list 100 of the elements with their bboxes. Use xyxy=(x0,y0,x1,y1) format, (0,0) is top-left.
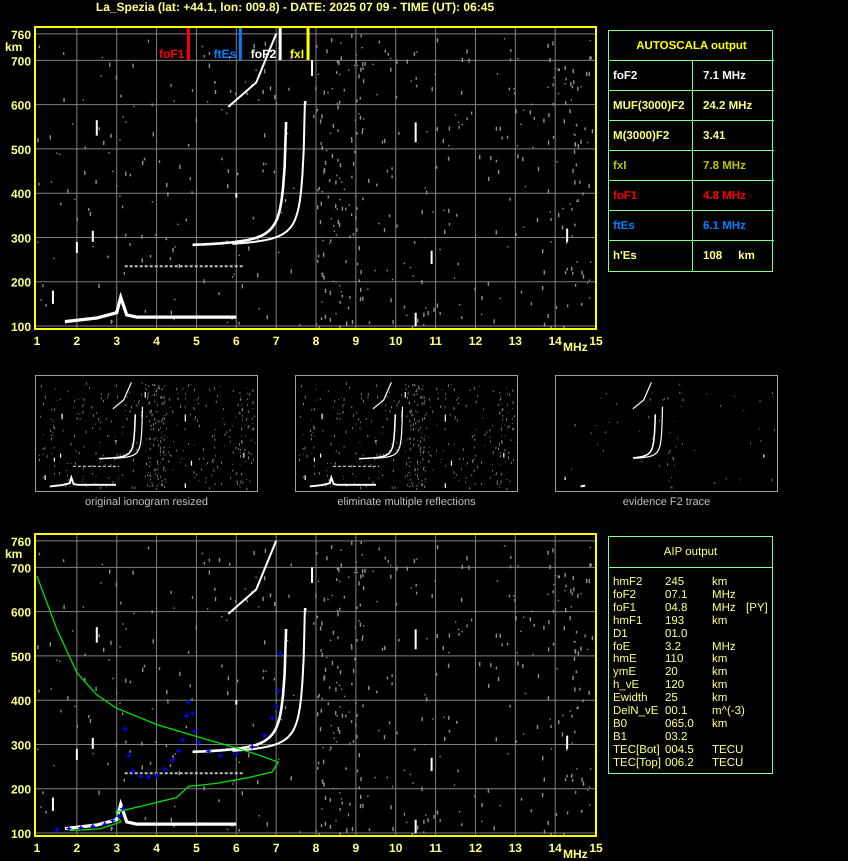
parameter-name: foE xyxy=(613,640,632,654)
axis-tick-label: 5 xyxy=(193,334,200,348)
parameter-value: 193 xyxy=(665,614,686,628)
parameter-value: 24.2 MHz xyxy=(703,100,752,112)
parameter-unit: km xyxy=(712,718,728,731)
marker-line xyxy=(306,28,310,60)
axis-unit-label: km xyxy=(5,547,22,561)
axis-tick-label: 200 xyxy=(10,276,31,290)
parameter-unit: TECU xyxy=(712,756,744,770)
axis-tick-label: 6 xyxy=(232,841,240,855)
axis-tick-label: 300 xyxy=(10,738,31,752)
parameter-unit: MHz xyxy=(712,602,737,615)
parameter-value: 004.5 xyxy=(665,744,695,757)
axis-tick-label: 100 xyxy=(10,320,31,334)
parameter-name: h_vE xyxy=(613,679,640,692)
parameter-value: 6.1 MHz xyxy=(703,220,746,232)
parameter-value: 065.0 xyxy=(665,718,695,731)
parameter-name: ymE xyxy=(613,666,637,680)
axis-unit-label: km xyxy=(5,40,22,54)
parameter-value: 3.2 xyxy=(665,640,682,654)
marker-line xyxy=(186,28,190,60)
axis-tick-label: 8 xyxy=(312,841,320,855)
marker-label: ftEs xyxy=(214,47,236,61)
axis-tick-label: 200 xyxy=(10,782,31,797)
parameter-name: foF1 xyxy=(613,190,638,202)
axis-tick-label: 11 xyxy=(429,841,442,855)
parameter-value: 25 xyxy=(665,692,679,706)
axis-tick-label: 700 xyxy=(10,561,31,576)
axis-tick-label: 2 xyxy=(74,334,80,348)
axis-tick-label: 10 xyxy=(389,334,402,348)
parameter-name: h'Es xyxy=(613,250,637,262)
parameter-name: fxI xyxy=(613,160,626,172)
parameter-value: 03.2 xyxy=(665,730,688,744)
parameter-unit: TECU xyxy=(712,744,744,757)
parameter-unit: km xyxy=(712,692,728,706)
parameter-name: DelN_vE xyxy=(613,705,660,718)
parameter-name: D1 xyxy=(613,628,629,641)
thumbnail-caption: eliminate multiple reflections xyxy=(337,496,476,508)
axis-tick-label: 12 xyxy=(468,841,482,855)
parameter-unit: km xyxy=(712,653,728,666)
axis-tick-label: 9 xyxy=(352,334,360,348)
parameter-unit: m^(-3) xyxy=(712,705,746,718)
marker-line xyxy=(238,28,242,60)
axis-tick-label: 400 xyxy=(10,694,31,708)
axis-tick-label: 10 xyxy=(389,841,402,855)
parameter-name: hmE xyxy=(613,653,638,666)
axis-tick-label: 2 xyxy=(74,841,80,855)
axis-tick-label: 12 xyxy=(468,334,482,348)
axis-tick-label: 1 xyxy=(34,334,40,348)
axis-tick-label: 760 xyxy=(10,28,31,42)
parameter-value: 120 xyxy=(665,679,686,692)
axis-tick-label: 760 xyxy=(10,534,31,549)
parameter-value: 4.8 MHz xyxy=(703,190,746,202)
axis-tick-label: 6 xyxy=(232,334,240,348)
axis-tick-label: 5 xyxy=(193,841,200,855)
parameter-name: B0 xyxy=(613,718,628,731)
parameter-unit: km xyxy=(712,666,728,680)
axis-tick-label: 8 xyxy=(312,334,320,348)
axis-tick-label: 9 xyxy=(352,841,360,855)
parameter-value: 108 km xyxy=(703,250,755,262)
marker-label: fxI xyxy=(290,47,304,61)
parameter-value: 04.8 xyxy=(665,602,688,615)
axis-tick-label: 4 xyxy=(153,334,160,348)
window-title: La_Spezia (lat: +44.1, lon: 009.8) - DATE: 2025 07 09 - TIME (UT): 06:45 xyxy=(94,0,496,16)
parameter-value: 110 xyxy=(665,653,684,666)
axis-tick-label: 3 xyxy=(113,334,120,348)
marker-label: foF1 xyxy=(159,47,184,61)
parameter-name: foF1 xyxy=(613,602,638,615)
table-title: AIP output xyxy=(609,537,772,568)
thumbnail-caption: original ionogram resized xyxy=(85,496,208,508)
axis-tick-label: 3 xyxy=(113,841,120,855)
axis-tick-label: 7 xyxy=(272,334,280,348)
axis-tick-label: 14 xyxy=(548,841,562,855)
axis-tick-label: 11 xyxy=(429,334,442,348)
parameter-name: B1 xyxy=(613,730,628,744)
axis-tick-label: 13 xyxy=(508,841,522,855)
parameter-value: 3.41 xyxy=(703,130,726,142)
parameter-value: 07.1 xyxy=(665,588,688,602)
parameter-note: [PY] xyxy=(746,602,769,615)
axis-tick-label: 15 xyxy=(589,841,603,855)
parameter-name: MUF(3000)F2 xyxy=(613,100,685,112)
axis-tick-label: 600 xyxy=(10,98,31,113)
parameter-value: 01.0 xyxy=(665,628,688,641)
parameter-name: TEC[Top] xyxy=(613,756,662,770)
axis-tick-label: 700 xyxy=(10,54,31,68)
axis-tick-label: 13 xyxy=(508,334,522,348)
table-title: AUTOSCALA output xyxy=(609,31,774,61)
axis-tick-label: 500 xyxy=(10,650,31,664)
parameter-name: Ewidth xyxy=(613,692,649,706)
parameter-name: hmF2 xyxy=(613,576,644,589)
axis-unit-label: MHz xyxy=(563,340,588,354)
parameter-name: foF2 xyxy=(613,588,638,602)
parameter-name: ftEs xyxy=(613,220,635,232)
parameter-value: 245 xyxy=(665,576,686,589)
parameter-unit: km xyxy=(712,614,728,628)
parameter-unit: km xyxy=(712,576,728,589)
parameter-name: M(3000)F2 xyxy=(613,130,670,142)
parameter-unit: km xyxy=(712,679,728,692)
marker-line xyxy=(278,28,282,60)
parameter-value: 00.1 xyxy=(665,705,688,718)
